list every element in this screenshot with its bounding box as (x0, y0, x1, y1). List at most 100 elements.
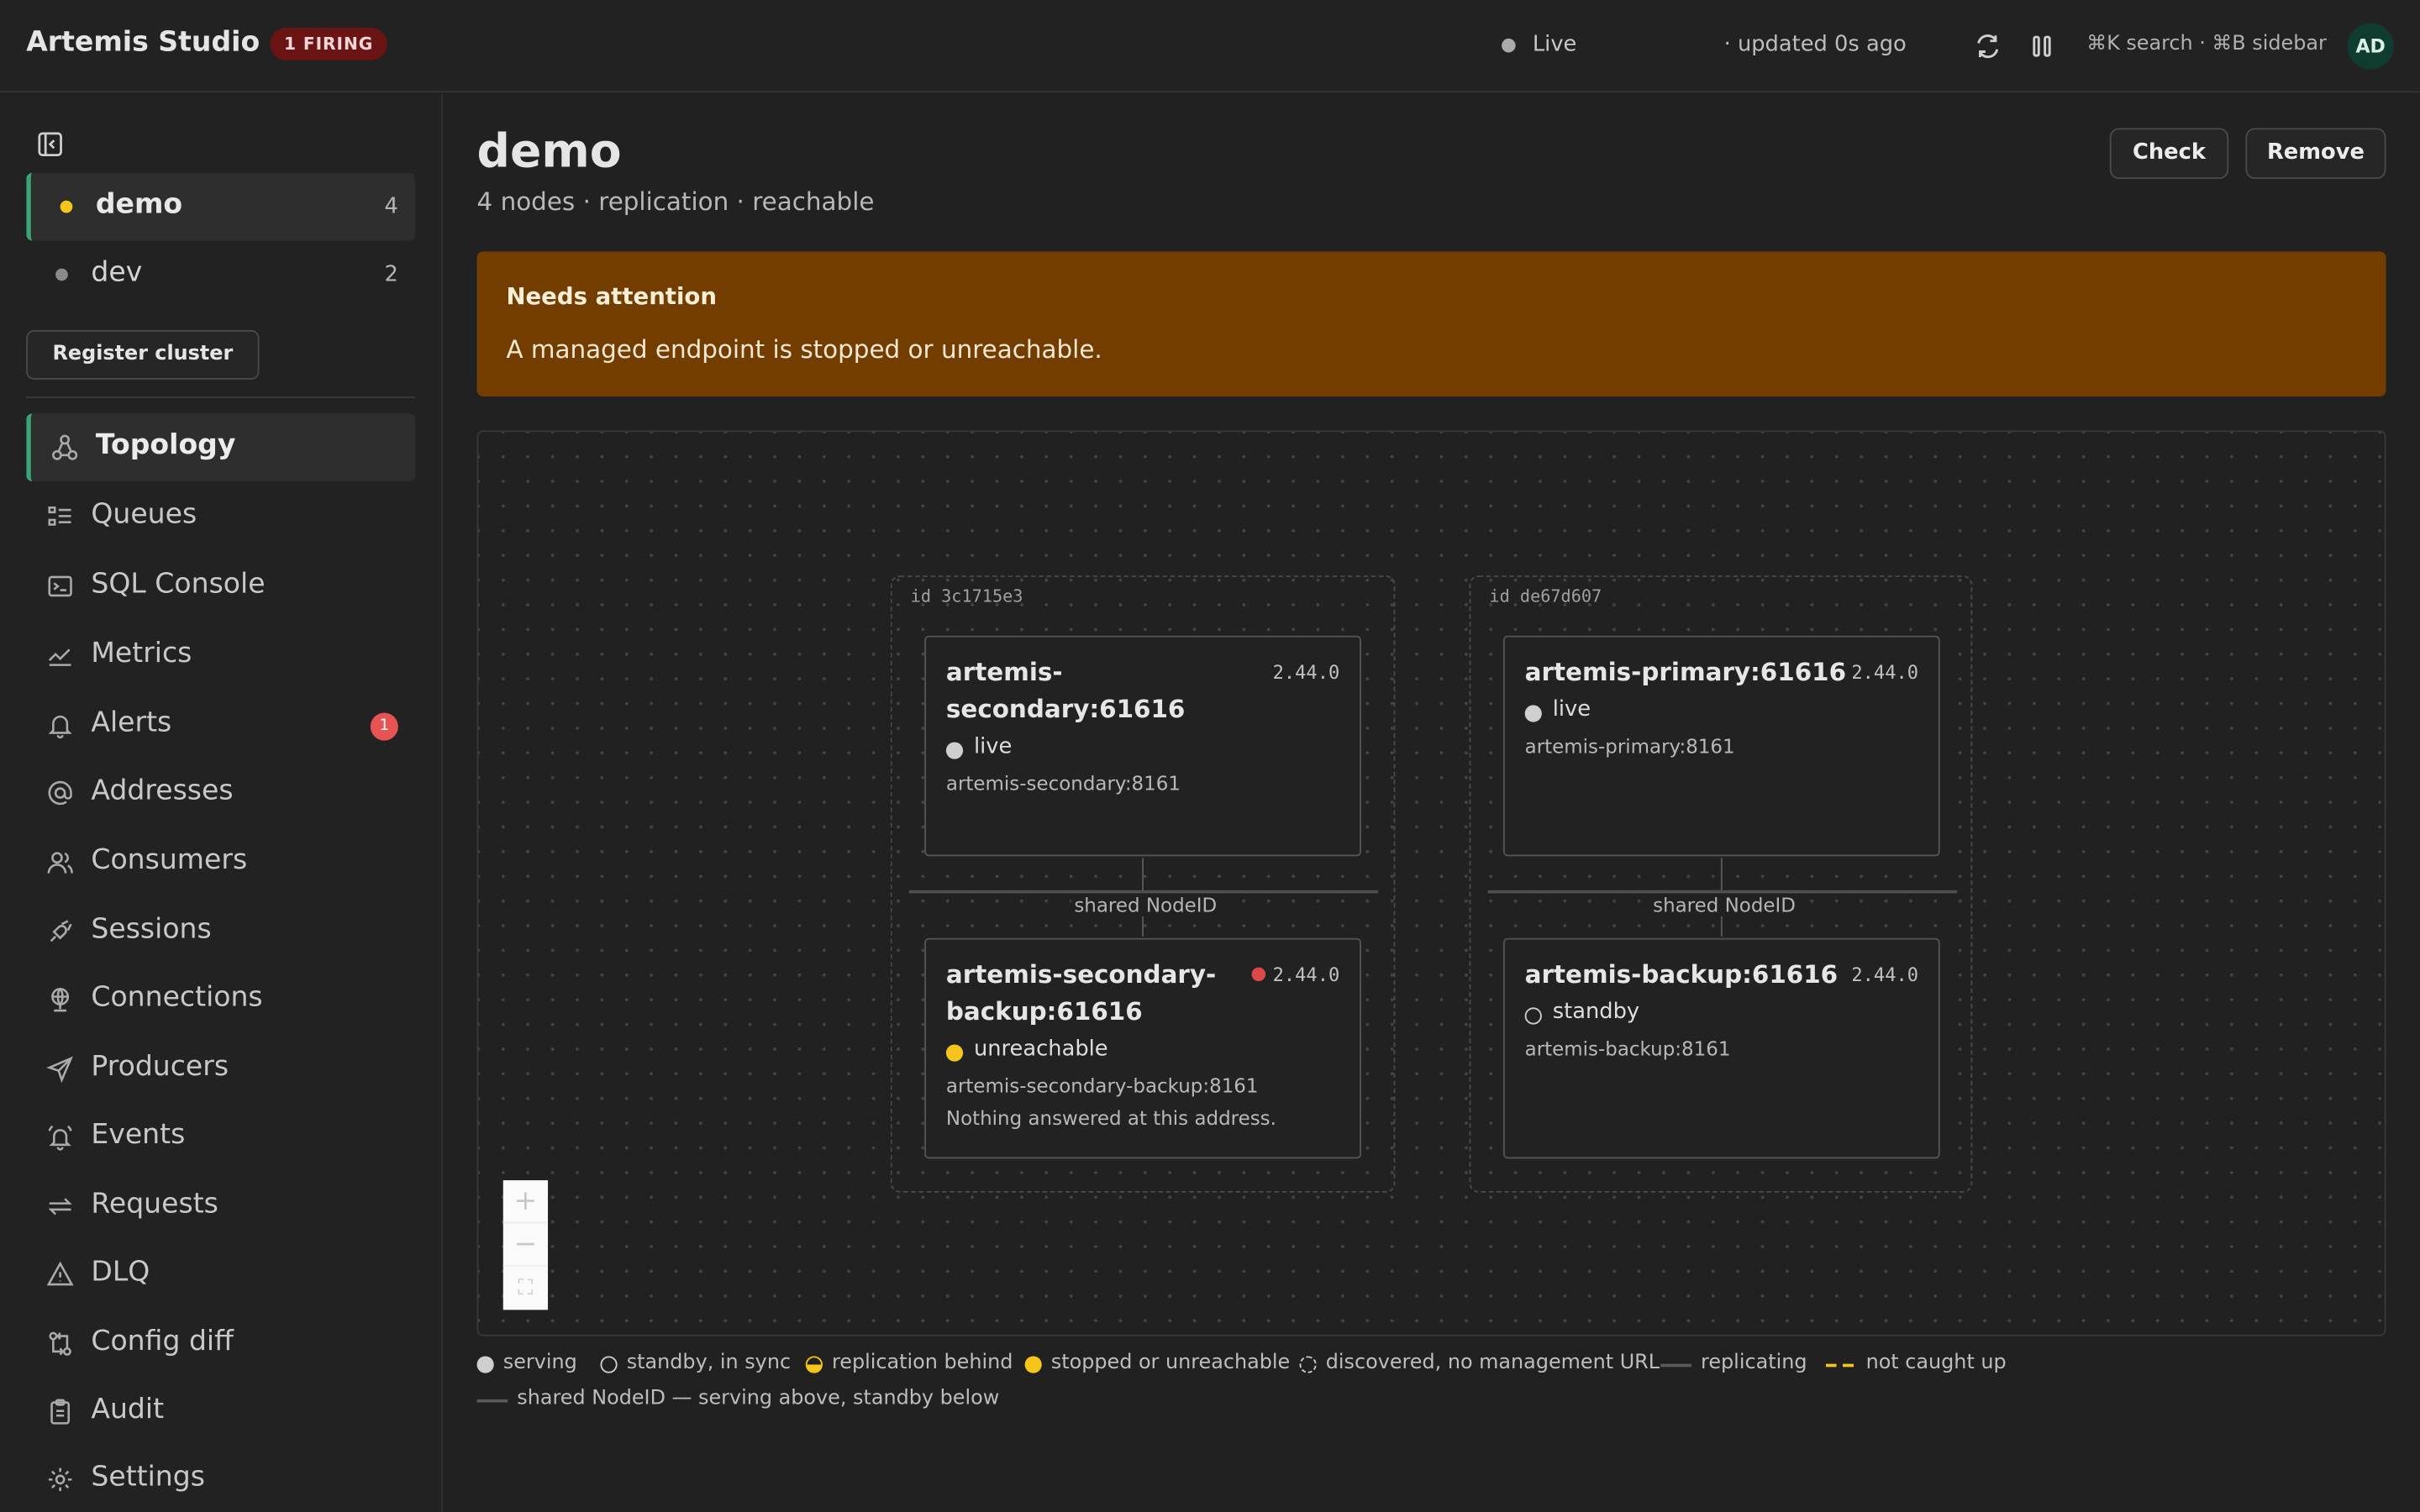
sidebar-item-sessions[interactable]: Sessions (26, 898, 415, 966)
node-name: artemis-secondary:61616 (945, 657, 1186, 724)
node-address: artemis-backup:8161 (1524, 1037, 1731, 1060)
node-card[interactable]: artemis-backup:61616 2.44.0 standby arte… (1502, 937, 1940, 1159)
sidebar-item-requests[interactable]: Requests (26, 1173, 415, 1241)
sidebar-item-label: Config diff (91, 1325, 234, 1358)
legend-label: serving (502, 1351, 577, 1375)
replicating-line-marker (1660, 1363, 1692, 1368)
sidebar-item-label: Events (91, 1118, 186, 1152)
alert-title: Needs attention (506, 282, 717, 311)
clipboard-icon (46, 1398, 74, 1425)
register-cluster-button[interactable]: Register cluster (26, 330, 260, 380)
legend-label: replicating (1701, 1351, 1807, 1375)
top-bar: Artemis Studio 1 FIRING Live · updated 0… (0, 0, 2420, 93)
app-root: Artemis Studio 1 FIRING Live · updated 0… (0, 0, 2420, 1512)
sidebar-item-events[interactable]: Events (26, 1103, 415, 1171)
sidebar-item-producers[interactable]: Producers (26, 1035, 415, 1103)
node-address: artemis-secondary:8161 (945, 771, 1181, 795)
plug-icon (46, 918, 74, 946)
unreachable-marker (1024, 1356, 1042, 1373)
node-state: live (1552, 697, 1591, 722)
sidebar-item-label: Topology (95, 428, 236, 462)
attention-banner: Needs attention A managed endpoint is st… (476, 251, 2386, 397)
sidebar-item-config-diff[interactable]: Config diff (26, 1310, 415, 1378)
standby-marker (600, 1356, 618, 1373)
node-card[interactable]: artemis-primary:61616 2.44.0 live artemi… (1502, 635, 1940, 857)
sidebar-item-consumers[interactable]: Consumers (26, 828, 415, 896)
topology-canvas[interactable]: id 3c1715e3 artemis-secondary:61616 2.44… (476, 430, 2386, 1336)
sidebar-item-addresses[interactable]: Addresses (26, 759, 415, 827)
node-version: 2.44.0 (1272, 963, 1340, 986)
node-address: artemis-primary:8161 (1524, 734, 1735, 758)
cluster-name: demo (95, 188, 183, 221)
node-card[interactable]: artemis-secondary-backup:61616 2.44.0 un… (924, 937, 1361, 1159)
pause-icon[interactable] (2027, 31, 2058, 62)
node-state-dot (1524, 705, 1542, 722)
sidebar-item-label: Queues (91, 498, 197, 531)
legend-label: standby, in sync (626, 1351, 792, 1375)
terminal-icon (46, 572, 74, 600)
refresh-icon[interactable] (1972, 31, 2003, 62)
sidebar-item-label: Consumers (91, 843, 248, 877)
zoom-out-button[interactable]: − (502, 1224, 549, 1267)
node-version: 2.44.0 (1272, 661, 1340, 684)
zoom-in-button[interactable]: + (502, 1180, 549, 1224)
sidebar-item-metrics[interactable]: Metrics (26, 622, 415, 690)
sidebar-item-label: Requests (91, 1188, 218, 1221)
app-title: Artemis Studio (26, 26, 260, 59)
node-card[interactable]: artemis-secondary:61616 2.44.0 live arte… (924, 635, 1361, 857)
sidebar-item-label: Audit (91, 1393, 165, 1426)
sidebar-item-audit[interactable]: Audit (26, 1378, 415, 1446)
cluster-item-dev[interactable]: dev 2 (26, 241, 415, 309)
sidebar-item-label: Connections (91, 981, 263, 1014)
arrows-icon (46, 1193, 74, 1221)
firing-badge[interactable]: 1 FIRING (270, 28, 387, 60)
replication-behind-marker (805, 1356, 823, 1373)
node-version: 2.44.0 (1851, 661, 1919, 684)
sidebar-divider (26, 396, 416, 398)
node-state-dot (1524, 1007, 1542, 1025)
group-id-label: id de67d607 (1489, 585, 1602, 606)
sidebar-item-label: SQL Console (91, 567, 266, 601)
warning-icon (46, 1261, 74, 1289)
alerts-count-badge: 1 (370, 712, 398, 741)
node-name: artemis-secondary-backup:61616 (945, 959, 1217, 1026)
keyboard-shortcuts-hint: ⌘K search · ⌘B sidebar (2086, 32, 2327, 56)
legend-label: shared NodeID — serving above, standby b… (517, 1387, 1000, 1410)
sidebar-item-alerts[interactable]: Alerts 1 (26, 691, 415, 759)
sidebar-item-dlq[interactable]: DLQ (26, 1241, 415, 1309)
node-error-note: Nothing answered at this address. (945, 1105, 1276, 1130)
sidebar-item-label: Producers (91, 1050, 229, 1084)
cluster-item-demo[interactable]: demo 4 (26, 172, 416, 241)
legend-label: not caught up (1865, 1351, 2007, 1375)
sidebar-item-settings[interactable]: Settings (26, 1446, 415, 1512)
cluster-name: dev (91, 255, 143, 289)
sidebar-item-sql-console[interactable]: SQL Console (26, 553, 415, 621)
node-state: standby (1552, 1000, 1640, 1025)
node-name: artemis-backup:61616 (1524, 959, 1839, 990)
metrics-icon (46, 642, 74, 669)
legend-label: discovered, no management URL (1325, 1351, 1660, 1375)
legend-label: stopped or unreachable (1050, 1351, 1291, 1375)
node-state: live (973, 734, 1013, 759)
zoom-controls: + − ⛶ (502, 1180, 549, 1310)
sidebar-item-label: Settings (91, 1461, 205, 1494)
users-icon (46, 848, 74, 876)
sidebar-item-queues[interactable]: Queues (26, 483, 415, 551)
collapse-sidebar-icon[interactable] (37, 131, 63, 157)
sidebar-item-topology[interactable]: Topology (26, 413, 416, 482)
node-name: artemis-primary:61616 (1524, 657, 1847, 687)
cluster-status-dot (55, 268, 68, 281)
sidebar-item-connections[interactable]: Connections (26, 966, 415, 1034)
discovered-marker (1299, 1356, 1317, 1373)
cluster-node-count: 4 (384, 194, 398, 219)
avatar[interactable]: AD (2347, 23, 2394, 70)
fit-view-button[interactable]: ⛶ (503, 1267, 548, 1310)
sidebar-item-label: Alerts (91, 706, 172, 739)
sidebar-item-label: Sessions (91, 913, 212, 946)
check-button[interactable]: Check (2109, 128, 2229, 180)
send-icon (46, 1055, 74, 1084)
bell-icon (46, 711, 74, 739)
remove-button[interactable]: Remove (2245, 128, 2386, 180)
group-id-label: id 3c1715e3 (910, 585, 1023, 606)
shared-nodeid-label: shared NodeID (1071, 893, 1220, 916)
